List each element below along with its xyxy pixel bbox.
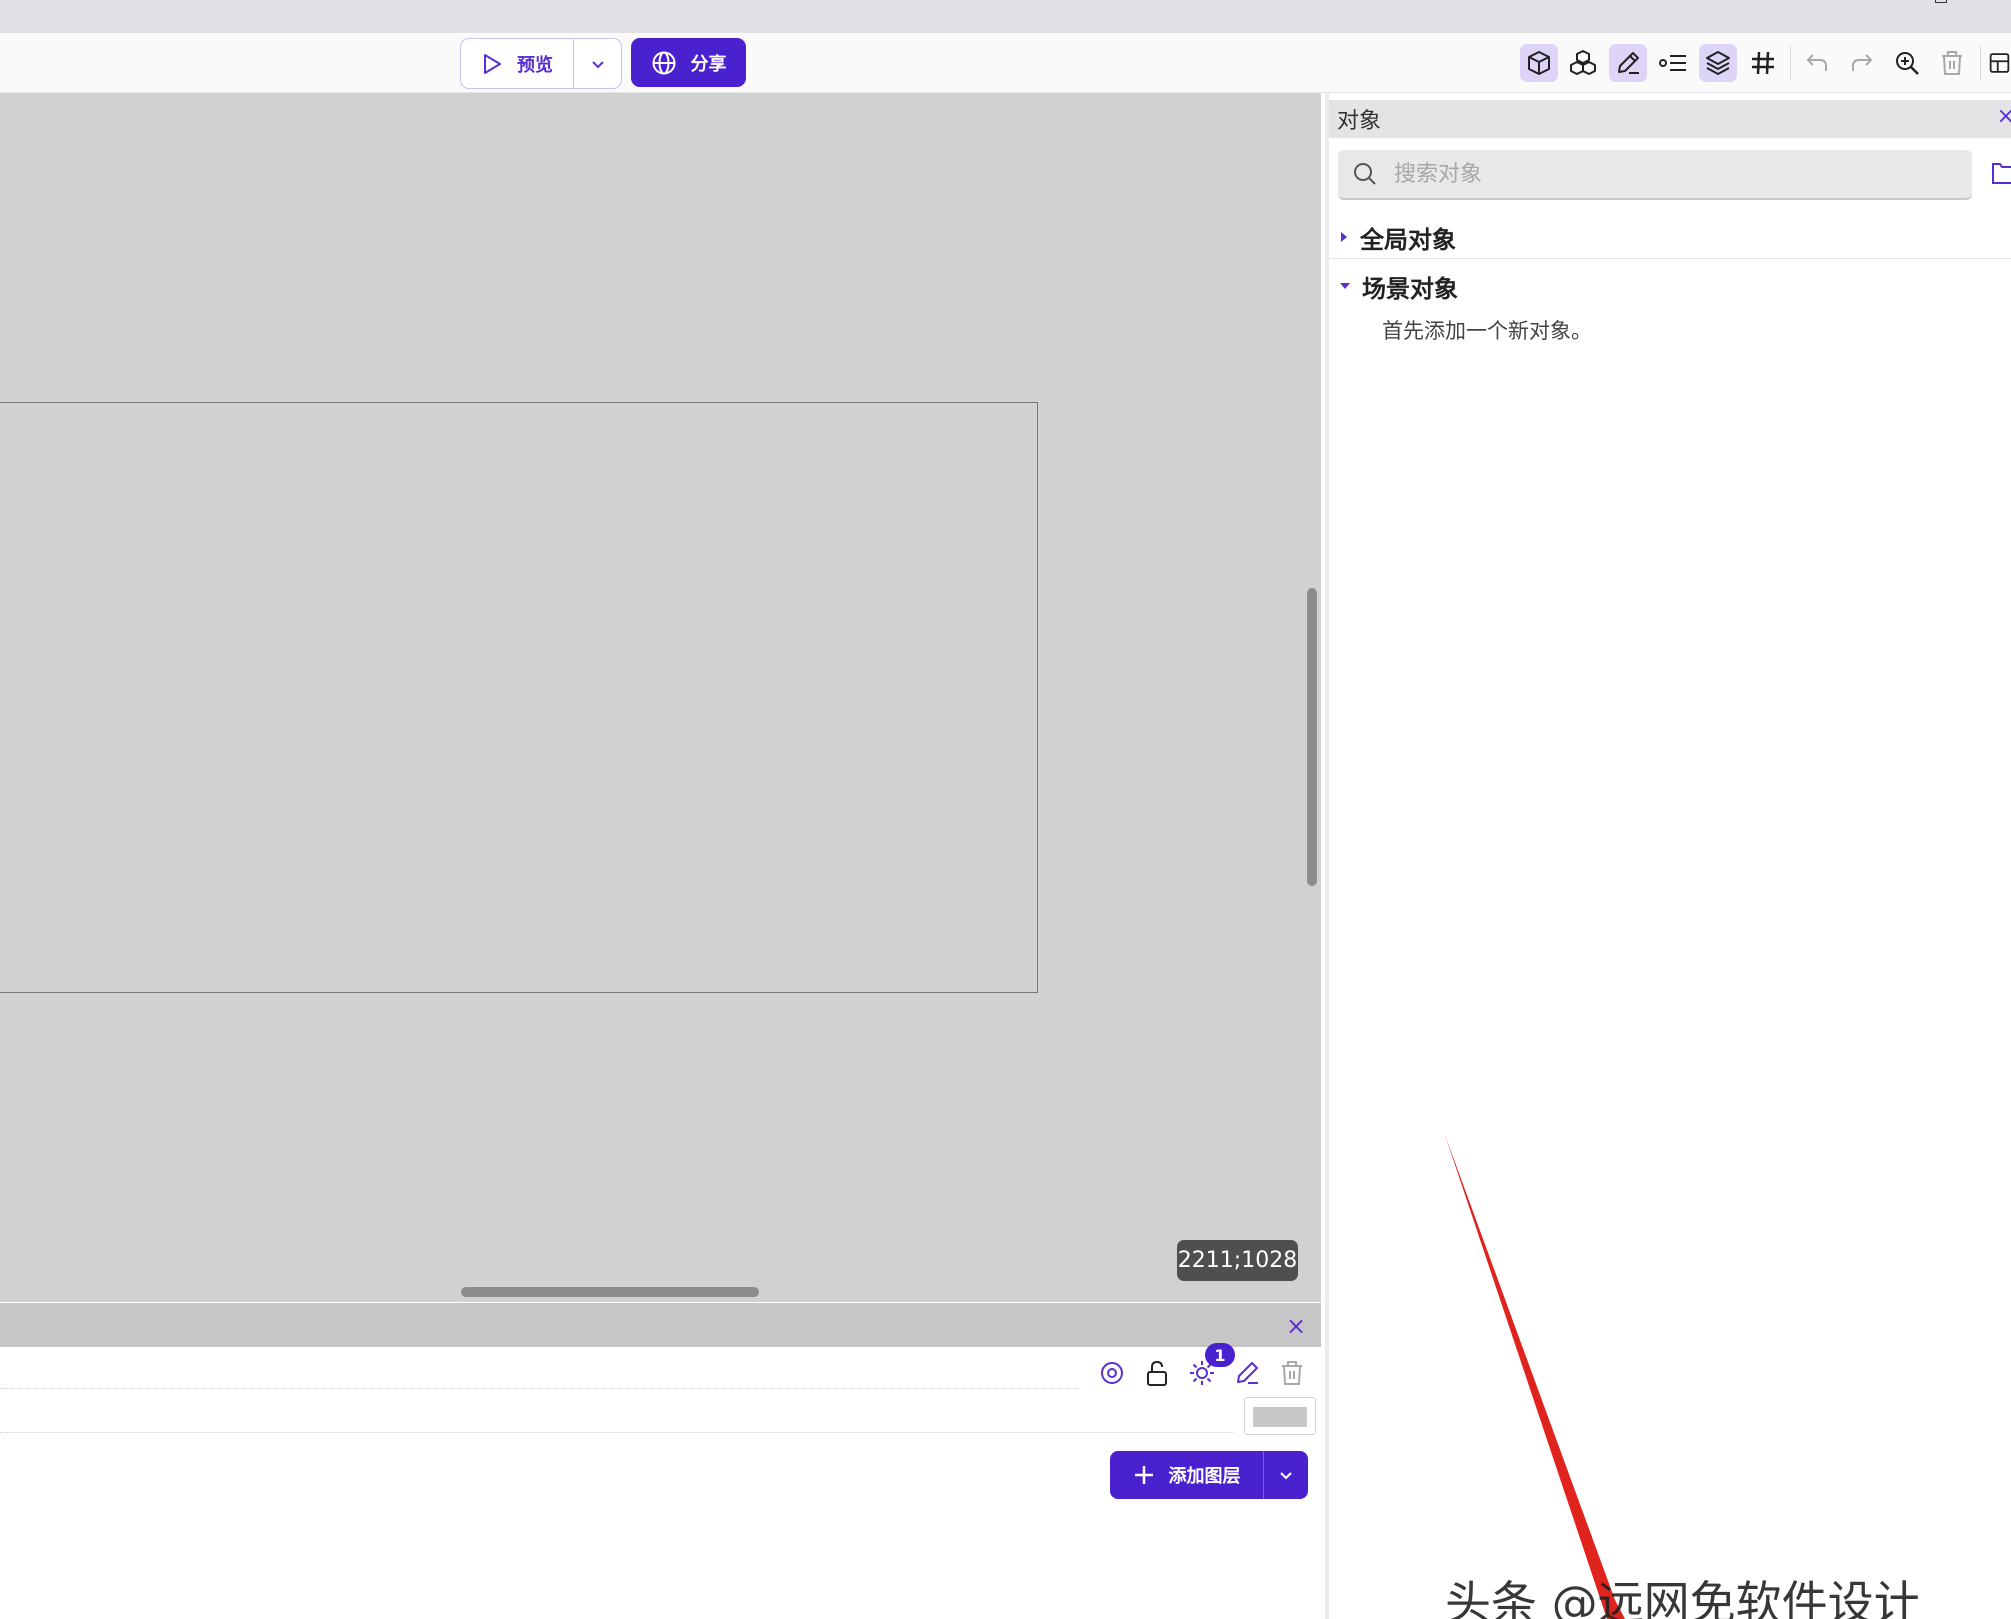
layer-row[interactable] <box>0 1347 1080 1389</box>
cubes-icon <box>1570 50 1596 75</box>
layer-edit-button[interactable] <box>1232 1358 1262 1388</box>
preview-button[interactable]: 预览 <box>461 39 574 88</box>
tree-item-global-objects[interactable]: 全局对象 <box>1338 217 2008 257</box>
lights-count-badge: 1 <box>1205 1343 1235 1367</box>
cube-icon <box>1528 51 1550 75</box>
add-layer-button[interactable]: 添加图层 <box>1110 1451 1264 1499</box>
zoom-button[interactable] <box>1888 44 1926 82</box>
annotation-overlay: 头条 @远网免软件设计 <box>1445 1135 1920 1619</box>
close-icon[interactable]: × <box>1997 104 2011 129</box>
tree-item-scene-objects[interactable]: 场景对象 <box>1338 266 2008 306</box>
layer-delete-button[interactable] <box>1277 1358 1307 1388</box>
close-icon[interactable]: × <box>1286 1312 1306 1340</box>
share-button[interactable]: 分享 <box>631 38 746 87</box>
properties-list-icon <box>1659 55 1686 71</box>
play-icon <box>484 53 501 74</box>
preview-dropdown-button[interactable] <box>574 39 621 88</box>
layers-toggle[interactable] <box>1699 44 1737 82</box>
objects-panel-toggle[interactable] <box>1520 44 1558 82</box>
redo-icon <box>1852 54 1873 71</box>
unlock-icon <box>1147 1360 1167 1386</box>
add-layer-button-group: 添加图层 <box>1110 1451 1308 1499</box>
tree-divider <box>1329 258 2011 259</box>
scene-canvas[interactable]: 2211;1028 <box>0 93 1321 1302</box>
main-toolbar: 预览 分享 <box>0 33 2011 93</box>
cursor-coordinates: 2211;1028 <box>1177 1240 1298 1281</box>
redo-button[interactable] <box>1843 44 1881 82</box>
objects-panel-title: 对象 <box>1337 109 1382 134</box>
object-groups-toggle[interactable] <box>1564 44 1602 82</box>
search-input[interactable] <box>1392 160 1916 188</box>
globe-icon <box>652 51 675 74</box>
empty-objects-hint: 首先添加一个新对象。 <box>1382 319 1592 343</box>
global-objects-label: 全局对象 <box>1360 225 1456 254</box>
chevron-down-icon <box>1280 1472 1292 1480</box>
grid-toggle[interactable] <box>1744 44 1782 82</box>
layer-row[interactable] <box>0 1389 1234 1433</box>
caret-down-icon <box>1340 283 1350 289</box>
vertical-scrollbar[interactable] <box>1307 588 1317 886</box>
add-layer-label: 添加图层 <box>1168 1466 1241 1487</box>
layers-panel-header: × <box>0 1303 1321 1347</box>
chevron-down-icon <box>591 60 604 68</box>
horizontal-scrollbar[interactable] <box>461 1287 759 1297</box>
edit-mode-toggle[interactable] <box>1609 44 1647 82</box>
window-control-icon[interactable] <box>1935 0 1947 3</box>
trash-icon <box>1942 51 1962 75</box>
window-title-strip <box>0 0 2011 33</box>
layer-lock-toggle[interactable] <box>1142 1358 1172 1388</box>
object-search-box[interactable] <box>1338 150 1972 200</box>
preview-button-group: 预览 <box>460 38 622 89</box>
layers-icon <box>1706 51 1730 75</box>
toolbar-divider <box>1980 45 1981 81</box>
delete-button[interactable] <box>1933 44 1971 82</box>
scene-bounds <box>0 402 1038 993</box>
preview-label: 预览 <box>517 54 553 76</box>
share-label: 分享 <box>690 53 727 75</box>
pencil-icon <box>1237 1362 1258 1384</box>
scene-objects-label: 场景对象 <box>1362 274 1458 303</box>
pencil-icon <box>1618 52 1639 74</box>
toolbar-divider <box>1790 45 1791 81</box>
caret-right-icon <box>1341 232 1347 242</box>
plus-icon <box>1134 1466 1153 1484</box>
trash-icon <box>1282 1361 1302 1385</box>
properties-toggle[interactable] <box>1654 44 1692 82</box>
layer-background-color-swatch[interactable] <box>1244 1397 1316 1435</box>
undo-button[interactable] <box>1798 44 1836 82</box>
layer-visibility-toggle[interactable] <box>1097 1358 1127 1388</box>
add-layer-dropdown-button[interactable] <box>1264 1451 1308 1499</box>
watermark-text: 头条 @远网免软件设计 <box>1445 1576 1920 1619</box>
undo-icon <box>1806 54 1827 71</box>
grid-icon <box>1752 51 1774 75</box>
search-icon <box>1354 163 1376 185</box>
eye-icon <box>1101 1362 1123 1384</box>
folder-icon[interactable] <box>1991 158 2011 186</box>
objects-panel-header: 对象 × <box>1329 100 2011 138</box>
layout-icon <box>1989 53 2010 73</box>
zoom-icon <box>1896 52 1919 75</box>
window-layout-button[interactable] <box>1988 44 2011 82</box>
annotation-arrow-icon <box>1445 1135 1625 1619</box>
